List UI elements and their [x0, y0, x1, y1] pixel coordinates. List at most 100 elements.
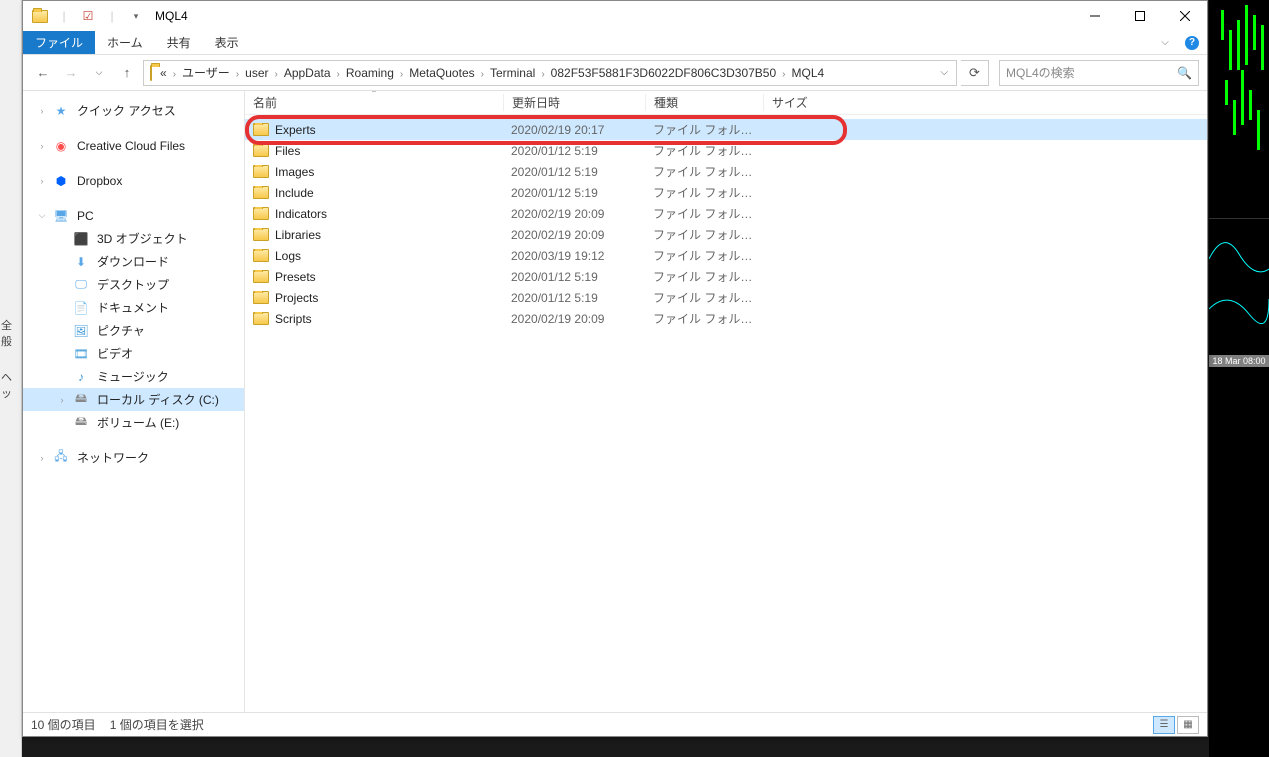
file-type: ファイル フォルダー	[645, 268, 763, 285]
breadcrumb-item[interactable]: 082F53F5881F3D6022DF806C3D307B50	[547, 66, 781, 80]
tab-file[interactable]: ファイル	[23, 31, 95, 54]
sidebar-3d-objects[interactable]: ⬛3D オブジェクト	[23, 227, 244, 250]
minimize-button[interactable]	[1072, 1, 1117, 31]
column-size[interactable]: サイズ	[763, 94, 841, 111]
file-date: 2020/02/19 20:09	[503, 228, 645, 242]
folder-icon	[253, 123, 269, 136]
document-icon: 📄	[73, 300, 89, 316]
tab-home[interactable]: ホーム	[95, 31, 155, 54]
breadcrumb-item[interactable]: Terminal	[486, 66, 539, 80]
sidebar-pc[interactable]: ⌵🖥PC	[23, 204, 244, 227]
creative-cloud-icon: ◉	[53, 138, 69, 154]
breadcrumb-item[interactable]: Roaming	[342, 66, 398, 80]
disk-icon: 🖴	[73, 415, 89, 431]
folder-icon	[253, 165, 269, 178]
folder-icon	[253, 312, 269, 325]
sidebar-network[interactable]: ›🖧ネットワーク	[23, 446, 244, 469]
recent-locations-button[interactable]: ⌵	[87, 61, 111, 85]
view-large-icons-button[interactable]: ▦	[1177, 716, 1199, 734]
file-row[interactable]: Files2020/01/12 5:19ファイル フォルダー	[245, 140, 1207, 161]
column-type[interactable]: 種類	[645, 94, 763, 111]
file-date: 2020/01/12 5:19	[503, 186, 645, 200]
breadcrumb-overflow[interactable]: «	[156, 66, 171, 80]
sidebar-quick-access[interactable]: ›★クイック アクセス	[23, 99, 244, 122]
status-item-count: 10 個の項目	[31, 716, 96, 733]
breadcrumb-item[interactable]: AppData	[280, 66, 335, 80]
file-row[interactable]: Scripts2020/02/19 20:09ファイル フォルダー	[245, 308, 1207, 329]
file-type: ファイル フォルダー	[645, 184, 763, 201]
network-icon: 🖧	[53, 450, 69, 466]
qat-customize-icon[interactable]: ▾	[125, 5, 147, 27]
sidebar-downloads[interactable]: ⬇ダウンロード	[23, 250, 244, 273]
navigation-bar: ← → ⌵ ↑ « ›ユーザー›user›AppData›Roaming›Met…	[23, 55, 1207, 91]
breadcrumb-separator-icon[interactable]: ›	[539, 69, 546, 80]
file-row[interactable]: Projects2020/01/12 5:19ファイル フォルダー	[245, 287, 1207, 308]
breadcrumb-item[interactable]: MetaQuotes	[405, 66, 478, 80]
breadcrumb-separator-icon[interactable]: ›	[479, 69, 486, 80]
tab-view[interactable]: 表示	[203, 31, 251, 54]
sidebar-documents[interactable]: 📄ドキュメント	[23, 296, 244, 319]
file-date: 2020/01/12 5:19	[503, 165, 645, 179]
breadcrumb-separator-icon[interactable]: ›	[171, 69, 178, 80]
file-date: 2020/02/19 20:09	[503, 207, 645, 221]
file-type: ファイル フォルダー	[645, 205, 763, 222]
sidebar-volume-e[interactable]: 🖴ボリューム (E:)	[23, 411, 244, 434]
breadcrumb-item[interactable]: user	[241, 66, 272, 80]
breadcrumb-separator-icon[interactable]: ›	[780, 69, 787, 80]
back-button[interactable]: ←	[31, 61, 55, 85]
up-button[interactable]: ↑	[115, 61, 139, 85]
column-date[interactable]: 更新日時	[503, 94, 645, 111]
help-icon: ?	[1185, 36, 1199, 50]
folder-icon	[253, 186, 269, 199]
disk-icon: 🖴	[73, 392, 89, 408]
titlebar: | ☑ | ▾ MQL4	[23, 1, 1207, 31]
search-placeholder: MQL4の検索	[1006, 64, 1177, 81]
folder-icon	[253, 270, 269, 283]
maximize-button[interactable]	[1117, 1, 1162, 31]
file-row[interactable]: Images2020/01/12 5:19ファイル フォルダー	[245, 161, 1207, 182]
file-row[interactable]: Indicators2020/02/19 20:09ファイル フォルダー	[245, 203, 1207, 224]
file-date: 2020/01/12 5:19	[503, 270, 645, 284]
view-details-button[interactable]: ☰	[1153, 716, 1175, 734]
tab-share[interactable]: 共有	[155, 31, 203, 54]
file-row[interactable]: Logs2020/03/19 19:12ファイル フォルダー	[245, 245, 1207, 266]
download-icon: ⬇	[73, 254, 89, 270]
breadcrumb-separator-icon[interactable]: ›	[335, 69, 342, 80]
app-icon	[29, 5, 51, 27]
breadcrumb-separator-icon[interactable]: ›	[272, 69, 279, 80]
search-box[interactable]: MQL4の検索 🔍	[999, 60, 1199, 86]
breadcrumb-item[interactable]: MQL4	[788, 66, 829, 80]
qat-properties-icon[interactable]: ☑	[77, 5, 99, 27]
sidebar-creative-cloud[interactable]: ›◉Creative Cloud Files	[23, 134, 244, 157]
file-row[interactable]: Include 2020/01/12 5:19ファイル フォルダー	[245, 182, 1207, 203]
sidebar-music[interactable]: ♪ミュージック	[23, 365, 244, 388]
sidebar-pictures[interactable]: 🖼ピクチャ	[23, 319, 244, 342]
file-explorer-window: | ☑ | ▾ MQL4 ファイル ホーム 共有 表示 ⌵ ? ← → ⌵ ↑ …	[22, 0, 1208, 737]
address-dropdown-icon[interactable]: ⌵	[934, 67, 954, 78]
file-date: 2020/02/19 20:17	[503, 123, 645, 137]
sidebar-dropbox[interactable]: ›⬢Dropbox	[23, 169, 244, 192]
file-type: ファイル フォルダー	[645, 310, 763, 327]
refresh-button[interactable]: ⟳	[961, 60, 989, 86]
cube-icon: ⬛	[73, 231, 89, 247]
file-name: Include	[275, 186, 314, 200]
close-button[interactable]	[1162, 1, 1207, 31]
sidebar-local-disk-c[interactable]: ›🖴ローカル ディスク (C:)	[23, 388, 244, 411]
file-row[interactable]: Libraries2020/02/19 20:09ファイル フォルダー	[245, 224, 1207, 245]
file-name: Files	[275, 144, 300, 158]
file-name: Scripts	[275, 312, 312, 326]
column-name[interactable]: 名前⌃	[245, 94, 503, 111]
address-bar[interactable]: « ›ユーザー›user›AppData›Roaming›MetaQuotes›…	[143, 60, 957, 86]
help-button[interactable]: ?	[1177, 31, 1207, 54]
sidebar-videos[interactable]: 🎞ビデオ	[23, 342, 244, 365]
folder-icon	[253, 207, 269, 220]
file-row[interactable]: Experts2020/02/19 20:17ファイル フォルダー	[245, 119, 1207, 140]
forward-button[interactable]: →	[59, 61, 83, 85]
picture-icon: 🖼	[73, 323, 89, 339]
breadcrumb-item[interactable]: ユーザー	[178, 66, 234, 80]
sidebar-desktop[interactable]: 🖵デスクトップ	[23, 273, 244, 296]
file-type: ファイル フォルダー	[645, 142, 763, 159]
ribbon-collapse-icon[interactable]: ⌵	[1153, 31, 1177, 54]
file-row[interactable]: Presets2020/01/12 5:19ファイル フォルダー	[245, 266, 1207, 287]
ribbon-tabs: ファイル ホーム 共有 表示 ⌵ ?	[23, 31, 1207, 55]
